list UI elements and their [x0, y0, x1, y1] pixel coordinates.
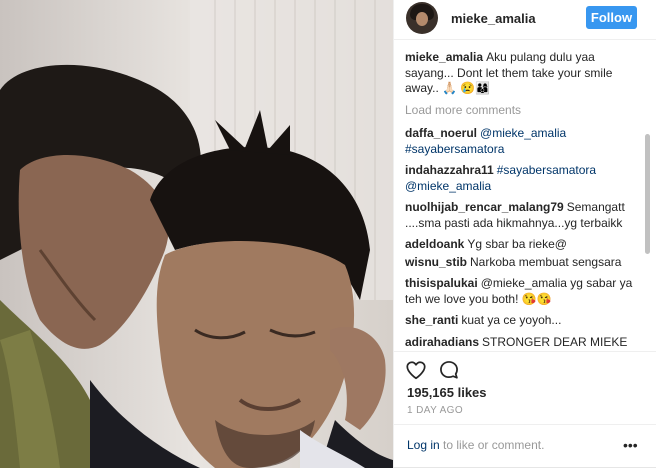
comment-username[interactable]: adirahadians	[405, 335, 479, 349]
comment-item: thisispalukai @mieke_amalia yg sabar ya t…	[405, 276, 635, 307]
load-more-comments-link[interactable]: Load more comments	[405, 103, 635, 119]
comment-bubble-icon[interactable]	[438, 359, 460, 381]
comments-list: mieke_amalia Aku pulang dulu yaa sayang..…	[405, 50, 635, 356]
comment-item: adirahadians STRONGER DEAR MIEKE	[405, 335, 635, 351]
comment-username[interactable]: wisnu_stib	[405, 255, 467, 269]
scrollbar-thumb[interactable]	[645, 134, 650, 254]
heart-outline-icon[interactable]	[405, 359, 427, 381]
photo-image	[0, 0, 393, 468]
post-actions: 195,165 likes 1 DAY AGO Log in to like o…	[394, 351, 656, 469]
caption: mieke_amalia Aku pulang dulu yaa sayang..…	[405, 50, 635, 97]
post-header: mieke_amalia Follow	[394, 0, 656, 40]
comment-item: she_ranti kuat ya ce yoyoh...	[405, 313, 635, 329]
more-options-icon[interactable]: •••	[623, 437, 638, 453]
login-prompt: Log in to like or comment.	[407, 438, 544, 452]
comment-item: adeldoank Yg sbar ba rieke@	[405, 237, 635, 253]
avatar-face	[416, 12, 428, 26]
comments-scrollbar[interactable]	[644, 52, 652, 348]
post-timestamp[interactable]: 1 DAY AGO	[407, 405, 463, 416]
comment-item: wisnu_stib Narkoba membuat sengsara	[405, 255, 635, 271]
comment-username[interactable]: thisispalukai	[405, 276, 478, 290]
comment-item: indahazzahra11 #sayabersamatora @mieke_am…	[405, 163, 635, 194]
follow-button[interactable]: Follow	[586, 6, 637, 29]
comment-text: Yg sbar ba rieke@	[467, 237, 567, 251]
comment-username[interactable]: daffa_noerul	[405, 126, 477, 140]
comment-text: STRONGER DEAR MIEKE	[482, 334, 628, 349]
avatar[interactable]	[406, 2, 438, 34]
login-link[interactable]: Log in	[407, 438, 440, 452]
likes-count[interactable]: 195,165 likes	[407, 385, 487, 400]
comment-username[interactable]: indahazzahra11	[405, 163, 494, 177]
post-sidebar: mieke_amalia Follow mieke_amalia Aku pula…	[393, 0, 656, 468]
header-username[interactable]: mieke_amalia	[451, 11, 536, 26]
comment-item: daffa_noerul @mieke_amalia #sayabersamato…	[405, 126, 635, 157]
instagram-post: mieke_amalia Follow mieke_amalia Aku pula…	[0, 0, 656, 470]
comment-text: kuat ya ce yoyoh...	[461, 313, 562, 327]
caption-username[interactable]: mieke_amalia	[405, 50, 483, 64]
login-prompt-text: to like or comment.	[443, 438, 545, 452]
comment-username[interactable]: nuolhijab_rencar_malang79	[405, 200, 564, 214]
comment-username[interactable]: she_ranti	[405, 313, 458, 327]
comment-item: nuolhijab_rencar_malang79 Semangatt ....s…	[405, 200, 635, 231]
post-footer: Log in to like or comment. •••	[394, 424, 656, 470]
comment-text: Narkoba membuat sengsara	[470, 254, 622, 269]
post-photo[interactable]	[0, 0, 393, 468]
comment-username[interactable]: adeldoank	[405, 237, 464, 251]
